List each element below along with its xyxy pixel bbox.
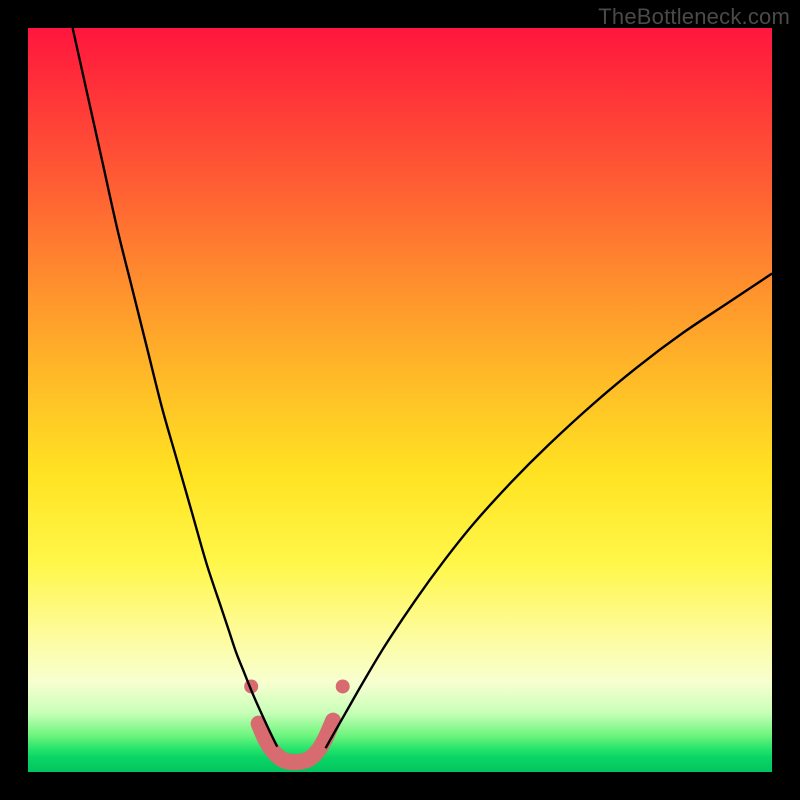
curve-layer — [28, 28, 772, 772]
marker-right — [336, 679, 350, 693]
watermark-text: TheBottleneck.com — [598, 4, 790, 30]
chart-frame: TheBottleneck.com — [0, 0, 800, 800]
left-curve — [73, 28, 278, 747]
right-curve — [326, 274, 772, 749]
plot-area — [28, 28, 772, 772]
trough-band — [259, 721, 333, 762]
